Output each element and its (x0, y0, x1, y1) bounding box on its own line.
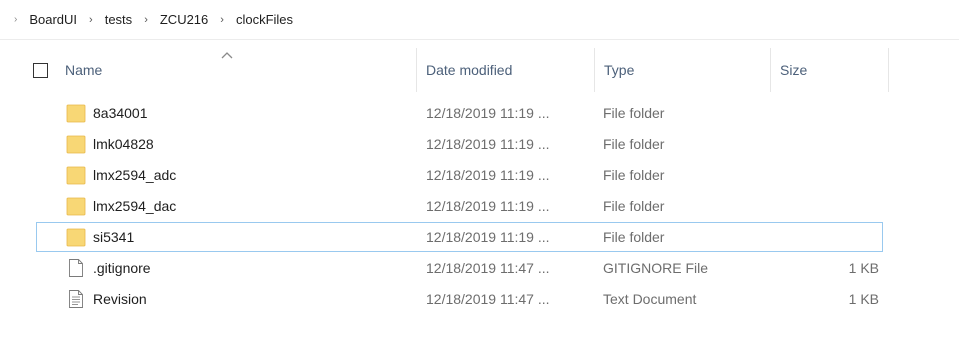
file-date-modified: 12/18/2019 11:19 ... (426, 105, 550, 121)
file-type: File folder (603, 136, 665, 152)
chevron-right-icon[interactable]: › (220, 14, 224, 26)
breadcrumb-item[interactable]: clockFiles (234, 12, 295, 27)
text-document-icon (69, 290, 83, 308)
column-date-modified[interactable]: Date modified (416, 46, 594, 94)
file-row[interactable]: Revision 12/18/2019 11:47 ... Text Docum… (36, 284, 883, 314)
column-header: Name Date modified Type Size (0, 46, 959, 94)
file-date-modified: 12/18/2019 11:19 ... (426, 136, 550, 152)
file-date-modified: 12/18/2019 11:47 ... (426, 291, 550, 307)
file-size: 1 KB (848, 260, 879, 276)
breadcrumb: › BoardUI › tests › ZCU216 › clockFiles (0, 0, 959, 40)
file-date-modified: 12/18/2019 11:19 ... (426, 198, 550, 214)
file-row-focused[interactable]: si5341 12/18/2019 11:19 ... File folder (36, 222, 883, 252)
file-row[interactable]: lmk04828 12/18/2019 11:19 ... File folde… (36, 129, 883, 159)
file-explorer: › BoardUI › tests › ZCU216 › clockFiles … (0, 0, 959, 356)
file-type: File folder (603, 198, 665, 214)
file-size: 1 KB (848, 291, 879, 307)
file-name: 8a34001 (93, 105, 148, 121)
folder-icon (66, 166, 86, 185)
select-all-checkbox[interactable] (33, 63, 48, 78)
file-icon (69, 259, 83, 277)
file-name: Revision (93, 291, 147, 307)
breadcrumb-item[interactable]: tests (103, 12, 134, 27)
file-type: File folder (603, 229, 665, 245)
file-name: si5341 (93, 229, 135, 245)
folder-icon (66, 228, 86, 247)
breadcrumb-overflow-icon[interactable]: › (14, 14, 17, 25)
column-name[interactable]: Name (55, 46, 415, 94)
column-divider[interactable] (888, 48, 889, 92)
file-row[interactable]: lmx2594_adc 12/18/2019 11:19 ... File fo… (36, 160, 883, 190)
breadcrumb-item[interactable]: ZCU216 (158, 12, 210, 27)
file-name: .gitignore (93, 260, 151, 276)
file-type: GITIGNORE File (603, 260, 709, 276)
chevron-right-icon[interactable]: › (144, 14, 148, 26)
breadcrumb-item[interactable]: BoardUI (27, 12, 79, 27)
file-type: Text Document (603, 291, 697, 307)
file-type: File folder (603, 105, 665, 121)
file-date-modified: 12/18/2019 11:19 ... (426, 229, 550, 245)
chevron-right-icon[interactable]: › (89, 14, 93, 26)
file-row[interactable]: 8a34001 12/18/2019 11:19 ... File folder (36, 98, 883, 128)
file-type: File folder (603, 167, 665, 183)
folder-icon (66, 104, 86, 123)
file-name: lmx2594_dac (93, 198, 177, 214)
file-date-modified: 12/18/2019 11:47 ... (426, 260, 550, 276)
file-name: lmx2594_adc (93, 167, 177, 183)
file-date-modified: 12/18/2019 11:19 ... (426, 167, 550, 183)
file-row[interactable]: lmx2594_dac 12/18/2019 11:19 ... File fo… (36, 191, 883, 221)
file-row[interactable]: .gitignore 12/18/2019 11:47 ... GITIGNOR… (36, 253, 883, 283)
folder-icon (66, 135, 86, 154)
column-size[interactable]: Size (770, 46, 888, 94)
folder-icon (66, 197, 86, 216)
file-name: lmk04828 (93, 136, 154, 152)
column-type[interactable]: Type (594, 46, 770, 94)
